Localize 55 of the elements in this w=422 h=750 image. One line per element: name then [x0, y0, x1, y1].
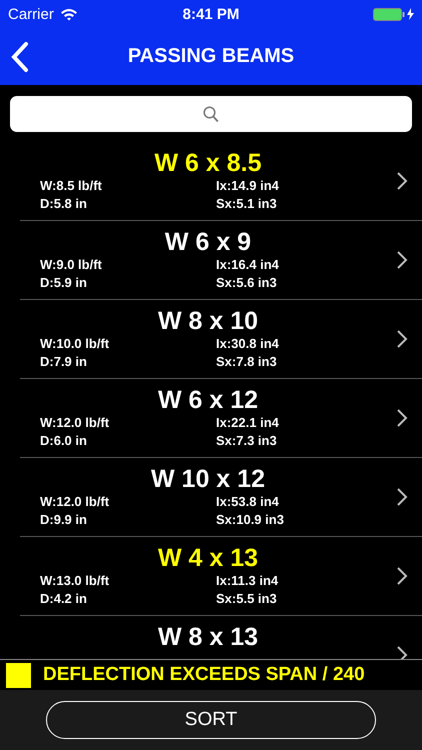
- depth-value: D:5.8 in: [40, 195, 87, 213]
- weight-value: W:10.0 lb/ft: [40, 335, 110, 353]
- weight-value: W:13.0 lb/ft: [40, 572, 110, 590]
- beam-name: W 8 x 13: [158, 623, 258, 651]
- legend-label: DEFLECTION EXCEEDS SPAN / 240: [43, 664, 365, 686]
- beam-name: W 10 x 12: [151, 465, 265, 493]
- beam-row[interactable]: W 6 x 12 W:12.0 lb/ft Ix:22.1 in4 D:6.0 in Sx:7.3 in3: [20, 379, 422, 458]
- chevron-icon: [396, 408, 408, 428]
- beam-row[interactable]: W 4 x 13 W:13.0 lb/ft Ix:11.3 in4 D:4.2 in Sx:5.5 in3: [20, 537, 422, 616]
- chevron-icon: [396, 566, 408, 586]
- weight-value: W:12.0 lb/ft: [40, 493, 110, 511]
- chevron-icon: [396, 171, 408, 191]
- beam-name: W 4 x 13: [158, 544, 258, 572]
- chevron-icon: [396, 329, 408, 349]
- beam-row[interactable]: W 8 x 10 W:10.0 lb/ft Ix:30.8 in4 D:7.9 in Sx:7.8 in3: [20, 300, 422, 379]
- beam-name: W 8 x 10: [158, 307, 258, 335]
- weight-value: W:8.5 lb/ft: [40, 177, 102, 195]
- sort-button[interactable]: SORT: [46, 701, 376, 739]
- ix-value: Ix:22.1 in4: [216, 414, 279, 432]
- back-button[interactable]: [10, 41, 30, 73]
- ix-value: Ix:11.3 in4: [216, 572, 278, 590]
- ix-value: Ix:14.9 in4: [216, 177, 279, 195]
- screen-title: PASSING BEAMS: [128, 45, 294, 68]
- sx-value: Sx:7.8 in3: [216, 353, 277, 371]
- ix-value: Ix:30.8 in4: [216, 335, 279, 353]
- weight-value: W:9.0 lb/ft: [40, 256, 102, 274]
- charging-bolt-icon: [407, 8, 414, 20]
- sx-value: Sx:7.3 in3: [216, 432, 277, 450]
- carrier-label: Carrier: [8, 6, 54, 22]
- beam-name: W 6 x 8.5: [154, 149, 262, 177]
- search-field[interactable]: [10, 96, 412, 132]
- wifi-icon: [60, 8, 78, 20]
- chevron-icon: [396, 645, 408, 659]
- depth-value: D:9.9 in: [40, 511, 87, 529]
- ix-value: Ix:53.8 in4: [216, 493, 279, 511]
- beam-row[interactable]: W 10 x 12 W:12.0 lb/ft Ix:53.8 in4 D:9.9 in Sx:10.9 in3: [20, 458, 422, 537]
- ix-value: Ix:16.4 in4: [216, 256, 279, 274]
- beam-name: W 6 x 9: [164, 228, 252, 256]
- weight-value: W:12.0 lb/ft: [40, 414, 110, 432]
- beam-name: W 6 x 12: [158, 386, 258, 414]
- chevron-icon: [396, 250, 408, 270]
- beam-row[interactable]: W 6 x 9 W:9.0 lb/ft Ix:16.4 in4 D:5.9 in Sx:5.6 in3: [20, 221, 422, 300]
- sx-value: Sx:5.5 in3: [216, 590, 277, 608]
- sx-value: Sx:5.1 in3: [216, 195, 277, 213]
- depth-value: D:4.2 in: [40, 590, 87, 608]
- status-time: 8:41 PM: [182, 6, 240, 22]
- search-icon: [203, 106, 219, 122]
- depth-value: D:7.9 in: [40, 353, 87, 371]
- depth-value: D:6.0 in: [40, 432, 87, 450]
- chevron-icon: [396, 487, 408, 507]
- battery-icon: [373, 8, 405, 20]
- depth-value: D:5.9 in: [40, 274, 87, 292]
- beam-row[interactable]: W 6 x 8.5 W:8.5 lb/ft Ix:14.9 in4 D:5.8 in Sx:5.1 in3: [20, 142, 422, 221]
- sx-value: Sx:5.6 in3: [216, 274, 277, 292]
- sx-value: Sx:10.9 in3: [216, 511, 284, 529]
